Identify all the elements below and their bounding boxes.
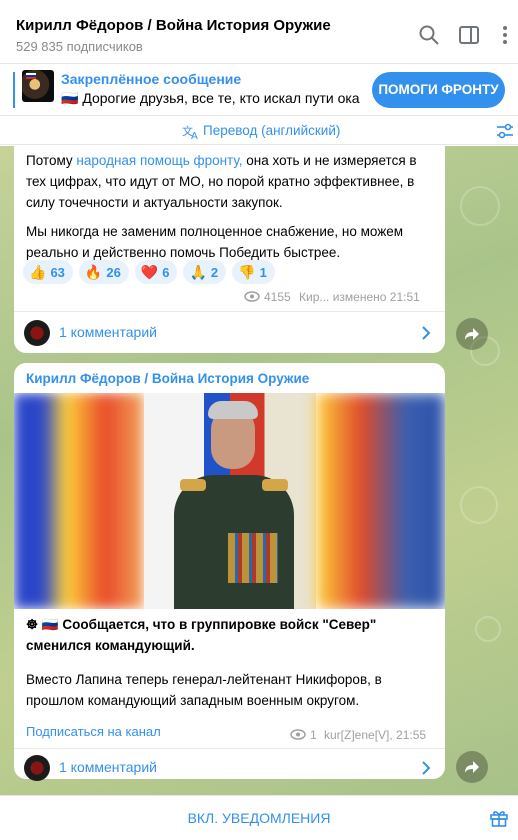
pinned-thumbnail	[22, 70, 54, 102]
gift-icon[interactable]	[489, 808, 509, 828]
pinned-indicator	[13, 72, 15, 108]
share-button[interactable]	[456, 751, 488, 783]
share-button[interactable]	[456, 318, 488, 350]
search-icon[interactable]	[418, 24, 440, 46]
chevron-right-icon	[422, 761, 431, 775]
reactions-row: 👍 63 🔥 26 ❤️ 6 🙏 2 👎 1	[23, 260, 275, 284]
view-count: 4155	[264, 290, 291, 304]
chevron-right-icon	[422, 326, 431, 340]
message-photo[interactable]	[14, 393, 445, 609]
sender-name[interactable]: Кирилл Фёдоров / Война История Оружие	[26, 371, 309, 386]
eye-icon	[244, 291, 260, 302]
eye-icon	[290, 729, 306, 740]
share-icon	[465, 761, 479, 773]
message-bubble[interactable]: Потому народная помощь фронту, она хоть …	[14, 146, 445, 353]
comments-label: 1 комментарий	[59, 324, 157, 340]
notifications-toggle-button[interactable]: ВКЛ. УВЕДОМЛЕНИЯ	[0, 810, 518, 826]
channel-title[interactable]: Кирилл Фёдоров / Война История Оружие	[16, 17, 331, 34]
message-text: Потому народная помощь фронту, она хоть …	[26, 153, 417, 210]
share-icon	[465, 328, 479, 340]
view-count: 1	[310, 728, 317, 742]
message-paragraph: Мы никогда не заменим полноценное снабже…	[26, 224, 404, 260]
comments-button[interactable]: 1 комментарий	[14, 748, 445, 788]
pinned-title: Закреплённое сообщение	[61, 71, 242, 87]
message-link[interactable]: народная помощь фронту,	[76, 153, 242, 168]
reaction-fire[interactable]: 🔥 26	[78, 260, 129, 284]
settings-sliders-icon[interactable]	[496, 123, 514, 139]
comments-button[interactable]: 1 комментарий	[14, 313, 445, 353]
reaction-heart[interactable]: ❤️ 6	[134, 260, 178, 284]
svg-text:A: A	[191, 131, 198, 140]
reaction-thumbs-down[interactable]: 👎 1	[232, 260, 275, 284]
translate-button[interactable]: Перевод (английский)	[203, 123, 340, 138]
translate-icon: 文 A	[182, 124, 198, 140]
translate-bar: 文 A Перевод (английский)	[0, 117, 518, 145]
message-meta: Кир... изменено 21:51	[299, 290, 420, 304]
subscribe-link[interactable]: Подписаться на канал	[26, 724, 161, 739]
chat-area[interactable]: Потому народная помощь фронту, она хоть …	[0, 146, 518, 795]
avatar	[24, 755, 50, 781]
avatar	[24, 320, 50, 346]
reaction-pray[interactable]: 🙏 2	[183, 260, 227, 284]
help-front-button[interactable]: ПОМОГИ ФРОНТУ	[372, 72, 505, 108]
message-bubble[interactable]: Кирилл Фёдоров / Война История Оружие ☸ …	[14, 363, 445, 781]
chat-header: Кирилл Фёдоров / Война История Оружие 52…	[0, 0, 518, 64]
more-vertical-icon[interactable]	[494, 24, 516, 46]
message-meta: kur[Z]ene[V], 21:55	[324, 728, 427, 742]
message-headline: ☸ 🇷🇺 Сообщается, что в группировке войск…	[26, 617, 377, 653]
subscriber-count: 529 835 подписчиков	[16, 39, 143, 54]
reaction-thumbs-up[interactable]: 👍 63	[23, 260, 73, 284]
comments-label: 1 комментарий	[59, 759, 157, 775]
bottom-bar: ВКЛ. УВЕДОМЛЕНИЯ	[0, 795, 518, 840]
pinned-message-bar[interactable]: Закреплённое сообщение 🇷🇺 Дорогие друзья…	[0, 64, 518, 116]
message-paragraph: Вместо Лапина теперь генерал-лейтенант Н…	[26, 672, 382, 708]
pinned-text: 🇷🇺 Дорогие друзья, все те, кто искал пут…	[61, 90, 361, 106]
sidebar-toggle-icon[interactable]	[458, 24, 480, 46]
